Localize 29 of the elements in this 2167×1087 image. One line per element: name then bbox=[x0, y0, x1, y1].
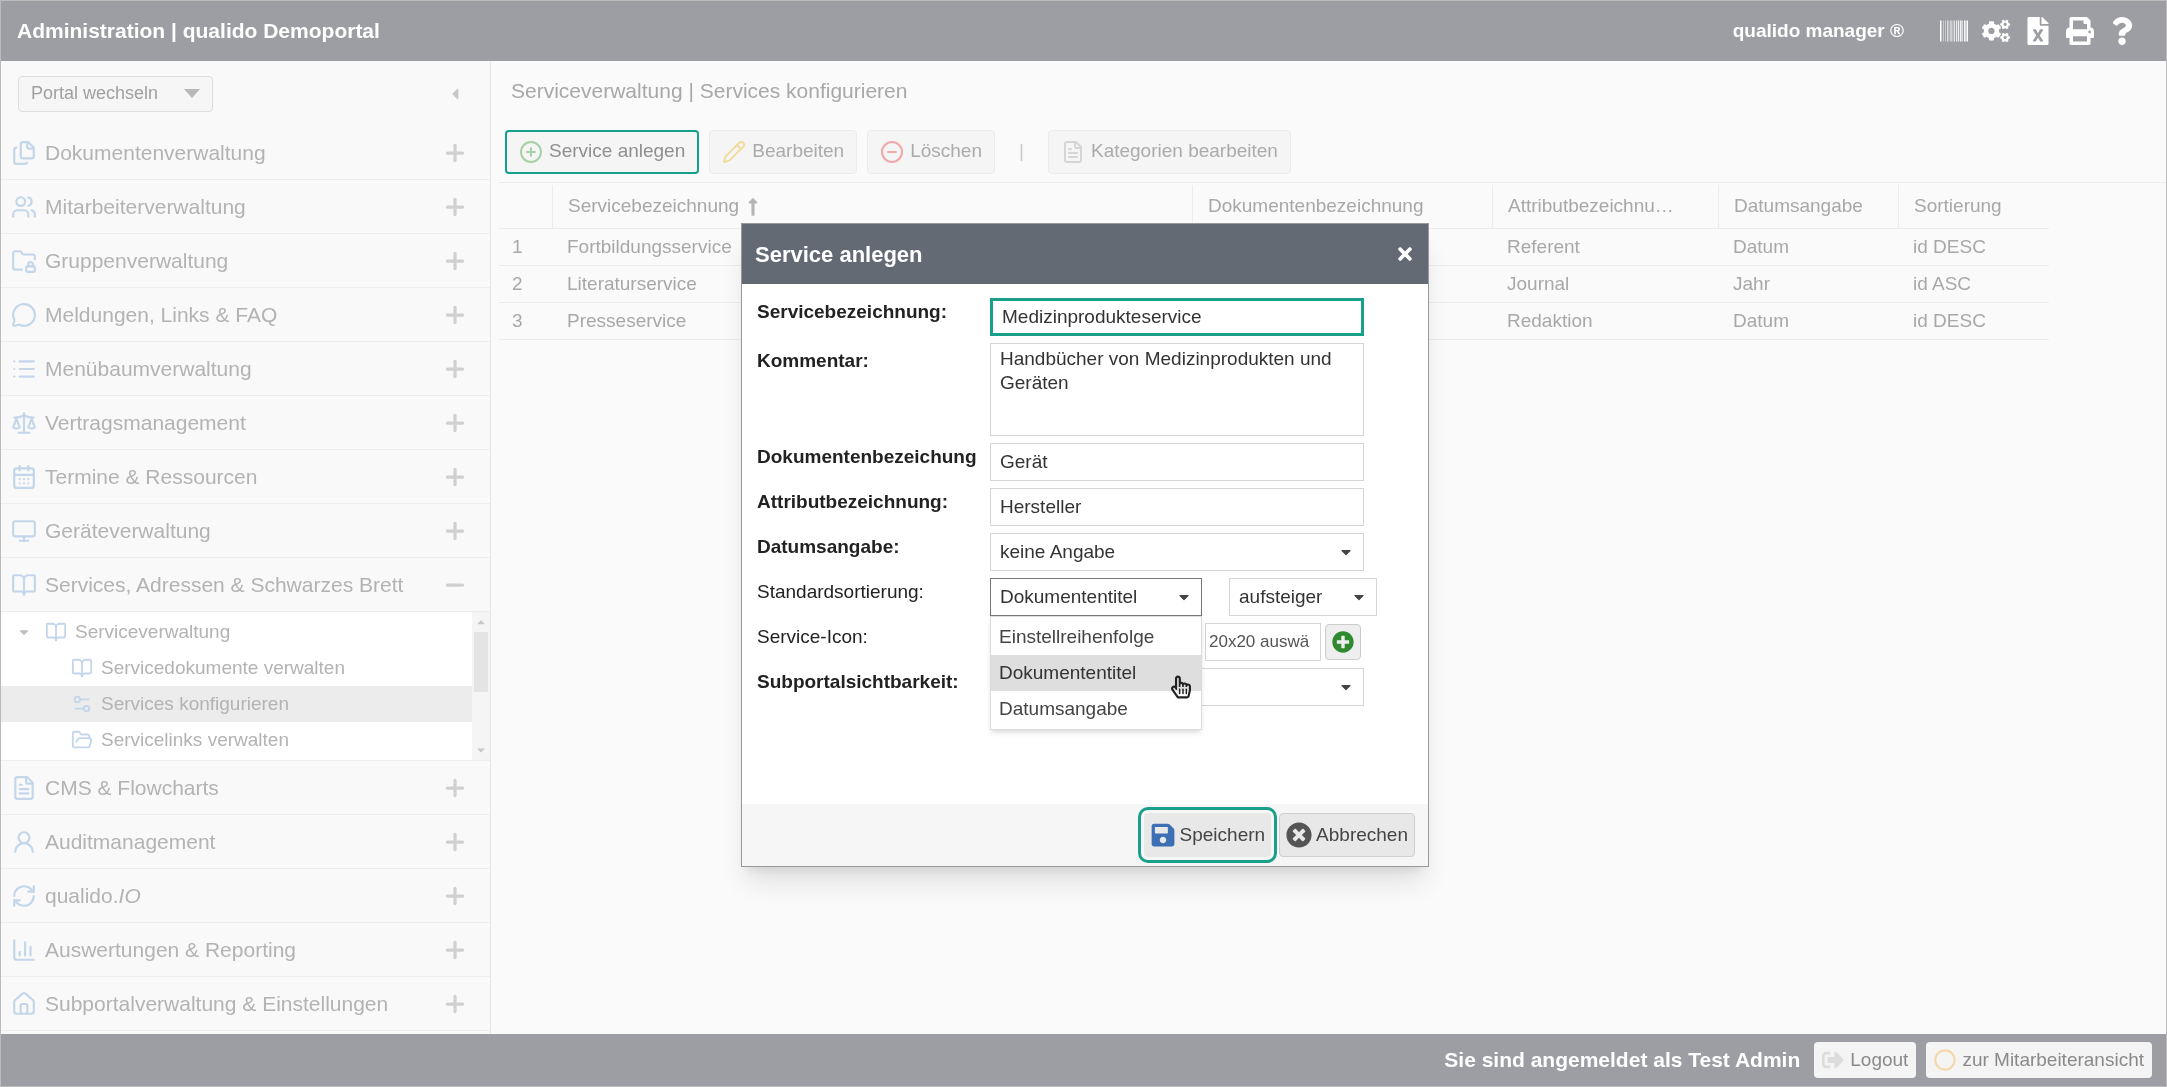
table-cell: id DESC bbox=[1913, 235, 1986, 257]
toolbar-separator: | bbox=[1018, 139, 1025, 164]
field-label: Datumsangabe: bbox=[757, 535, 901, 559]
field-label: Kommentar: bbox=[757, 349, 870, 373]
table-cell: id DESC bbox=[1913, 309, 1986, 331]
table-cell: Referent bbox=[1507, 235, 1580, 257]
field-label: Standardsortierung: bbox=[757, 580, 925, 604]
table-cell: Redaktion bbox=[1507, 309, 1593, 331]
field-label: Dokumentenbezeichung bbox=[757, 445, 978, 469]
product-name: qualido manager ® bbox=[1732, 18, 1904, 43]
row-number: 3 bbox=[511, 308, 524, 333]
table-cell: Journal bbox=[1507, 272, 1570, 294]
app-title: Administration | qualido Demoportal bbox=[17, 18, 381, 45]
table-cell: id ASC bbox=[1913, 272, 1972, 294]
row-number: 1 bbox=[511, 234, 524, 259]
field-label: Subportalsichtbarkeit: bbox=[757, 670, 960, 694]
field-label: Attributbezeichnung: bbox=[757, 490, 950, 514]
breadcrumb: Serviceverwaltung | Services konfigurieren bbox=[511, 78, 908, 105]
login-status: Sie sind angemeldet als Test Admin bbox=[1444, 1047, 1801, 1074]
table-cell: Fortbildungsservice bbox=[567, 235, 732, 257]
dialog-title-bar: Service anlegen bbox=[742, 224, 1428, 284]
table-cell: Jahr bbox=[1733, 272, 1770, 294]
table-cell: Literaturservice bbox=[567, 272, 697, 294]
table-cell: Presseservice bbox=[567, 309, 687, 331]
table-cell: Datum bbox=[1733, 309, 1789, 331]
field-label: Service-Icon: bbox=[757, 625, 869, 649]
table-cell: Datum bbox=[1733, 235, 1789, 257]
row-number: 2 bbox=[511, 271, 524, 296]
field-label: Servicebezeichnung: bbox=[757, 300, 949, 324]
